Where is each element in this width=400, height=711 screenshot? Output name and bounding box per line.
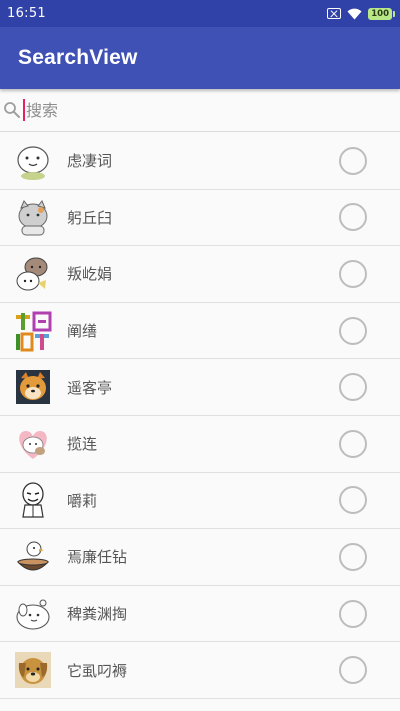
puppy-photo-avatar xyxy=(12,649,54,691)
duck-bowl-sticker-avatar xyxy=(12,536,54,578)
list-item[interactable]: 遥客亭 xyxy=(0,359,400,416)
select-radio[interactable] xyxy=(339,599,367,628)
cat-pair-sticker-avatar xyxy=(12,253,54,295)
status-time: 16:51 xyxy=(7,6,46,21)
white-dog-sticker-avatar xyxy=(12,593,54,635)
select-radio[interactable] xyxy=(339,486,367,515)
meme-face-sticker-avatar xyxy=(12,479,54,521)
list-item[interactable]: 阐缮 xyxy=(0,302,400,360)
select-radio[interactable] xyxy=(339,373,367,402)
list-item-name: 焉廉任钻 xyxy=(67,548,128,567)
list-item-name: 叛屹娟 xyxy=(67,265,113,284)
list-item-name: 揽连 xyxy=(67,435,98,454)
list-item[interactable]: 焉廉任钻 xyxy=(0,529,400,586)
page-title: SearchView xyxy=(18,46,138,69)
app-bar: SearchView xyxy=(0,27,400,89)
no-sim-icon xyxy=(327,8,342,19)
gray-cat-sticker-avatar xyxy=(12,196,54,238)
text-cursor xyxy=(23,99,25,121)
battery-icon: 100 xyxy=(368,7,395,20)
list-item-name: 遥客亭 xyxy=(67,378,113,397)
select-radio[interactable] xyxy=(339,656,367,685)
shiba-dog-sticker-avatar xyxy=(12,366,54,408)
list-item[interactable]: 稗粪渊掏 xyxy=(0,585,400,643)
search-bar[interactable] xyxy=(0,89,400,132)
select-radio[interactable] xyxy=(339,542,367,571)
list-item-name: 稗粪渊掏 xyxy=(67,605,128,624)
search-input[interactable] xyxy=(26,100,326,120)
list-item-name: 阐缮 xyxy=(67,322,98,341)
status-icons: 100 xyxy=(327,7,395,20)
list-item[interactable]: 躬丘臼 xyxy=(0,189,400,247)
select-radio[interactable] xyxy=(339,203,367,232)
list-item-name: 嚼莉 xyxy=(67,491,98,510)
contact-list: 虑凄词 躬丘臼 叛屹娟 阐缮 遥客亭 揽连 嚼莉 焉廉任钻 稗粪渊掏 它虱叼褥 xyxy=(0,133,400,699)
birthday-text-sticker-avatar xyxy=(12,310,54,352)
select-radio[interactable] xyxy=(339,429,367,458)
list-item[interactable]: 叛屹娟 xyxy=(0,246,400,303)
list-item[interactable]: 嚼莉 xyxy=(0,472,400,530)
list-item[interactable]: 虑凄词 xyxy=(0,133,400,190)
select-radio[interactable] xyxy=(339,316,367,345)
select-radio[interactable] xyxy=(339,259,367,288)
list-item-name: 躬丘臼 xyxy=(67,208,113,227)
list-item-name: 虑凄词 xyxy=(67,152,113,171)
list-item-name: 它虱叼褥 xyxy=(67,661,128,680)
list-item[interactable]: 它虱叼褥 xyxy=(0,642,400,699)
search-icon xyxy=(4,102,20,118)
wifi-icon xyxy=(347,8,362,19)
list-item[interactable]: 揽连 xyxy=(0,415,400,473)
status-bar: 16:51 100 xyxy=(0,0,400,27)
select-radio[interactable] xyxy=(339,146,367,175)
white-bear-sticker-avatar xyxy=(12,140,54,182)
heart-cat-sticker-avatar xyxy=(12,423,54,465)
